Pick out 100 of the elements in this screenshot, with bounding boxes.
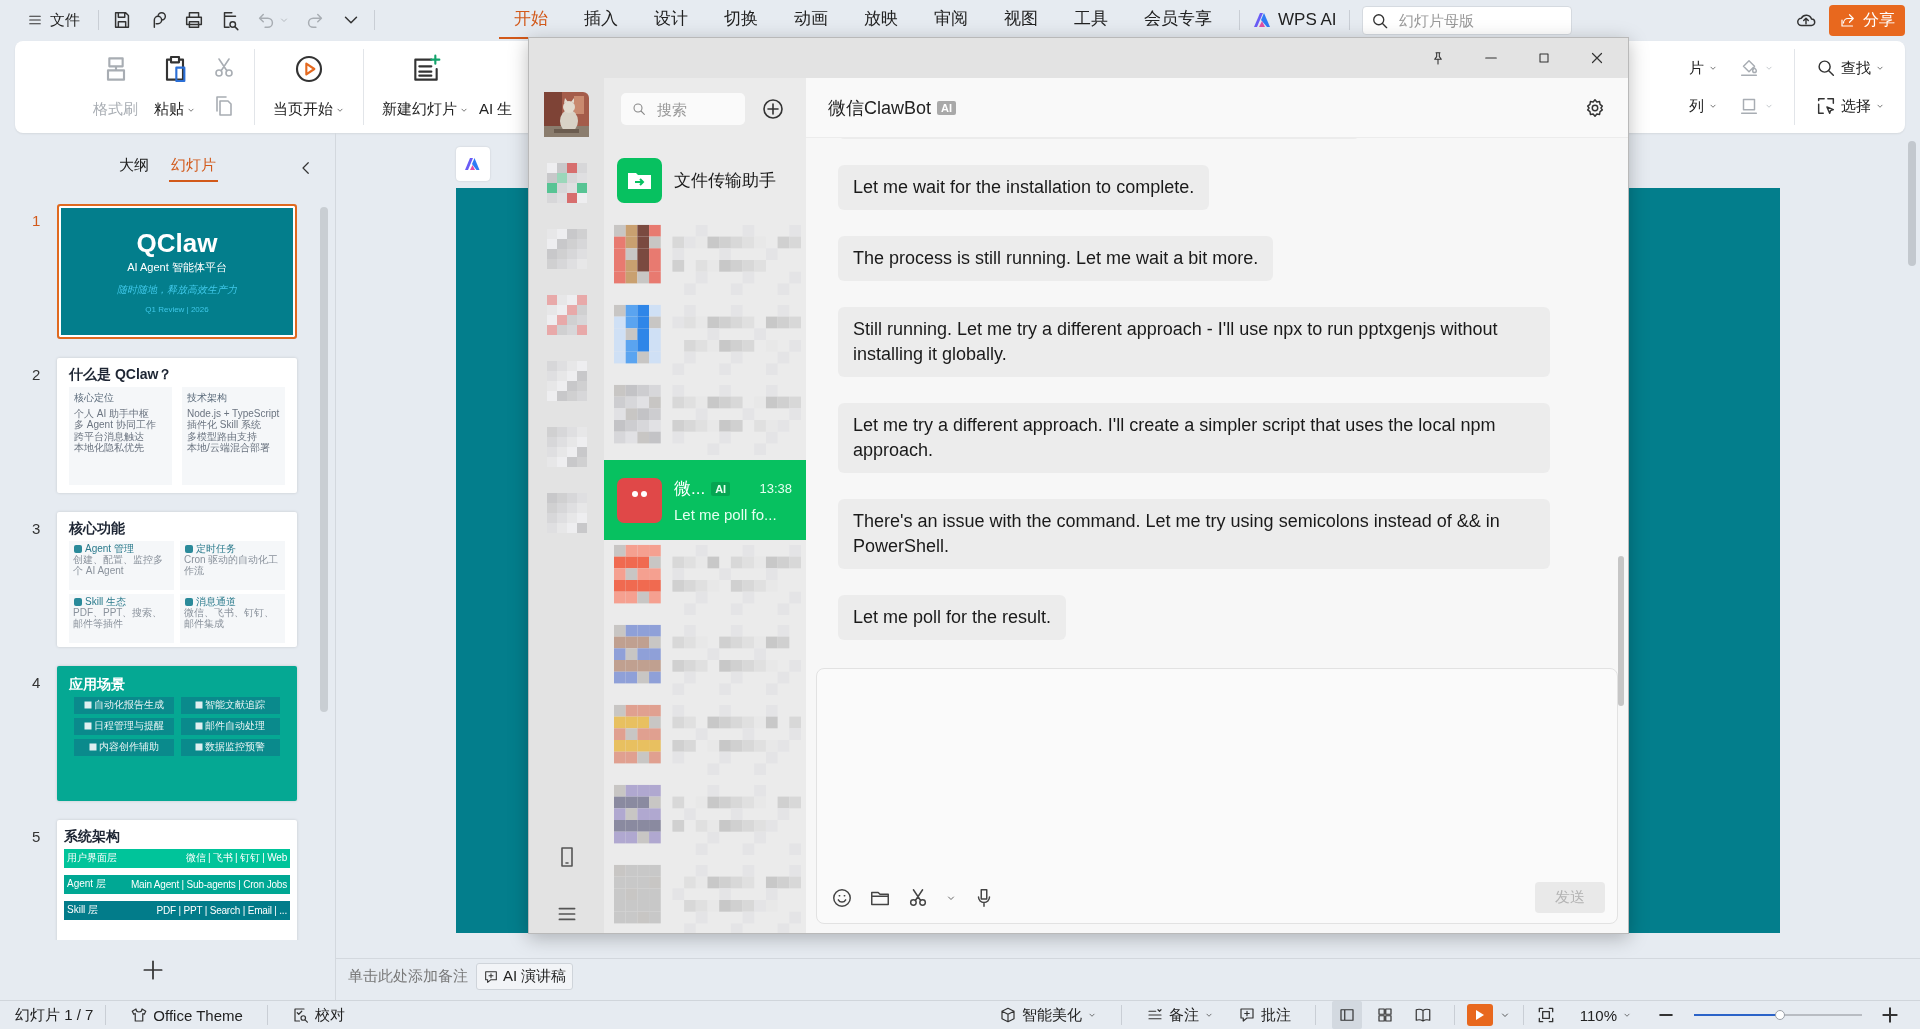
ribbon-tab[interactable]: 视图	[989, 1, 1053, 39]
tile-label: 自动化报告生成	[93, 698, 164, 713]
bot-avatar-icon	[617, 477, 662, 523]
scenario-icon	[195, 701, 204, 710]
slide-tagline: 随时随地，释放高效生产力	[117, 282, 237, 297]
bullet-item: 多模型路由支持	[187, 430, 257, 443]
proofing-button[interactable]: 校对	[287, 1003, 349, 1027]
new-slide-button[interactable]: 新建幻灯片	[374, 49, 477, 125]
slide-number: 4	[31, 673, 42, 693]
scrollbar[interactable]	[320, 207, 328, 712]
ribbon-tab[interactable]: 工具	[1059, 1, 1123, 39]
ai-generate-button[interactable]: AI 生	[477, 49, 515, 125]
panel-tab[interactable]: 大纲	[117, 152, 151, 182]
chat-list-item[interactable]: 文件传输助手	[604, 140, 806, 220]
paste-button[interactable]: 粘贴	[146, 49, 204, 125]
slide-thumbnail[interactable]: QClaw AI Agent 智能体平台 随时随地，释放高效生产力 Q1 Review | 2026	[57, 204, 297, 339]
ribbon-tab[interactable]: 放映	[849, 1, 913, 39]
normal-view-button[interactable]	[1331, 1001, 1362, 1029]
search-icon	[1815, 57, 1837, 79]
ribbon-button[interactable]: 列	[1685, 94, 1722, 118]
scissors-icon[interactable]	[907, 886, 929, 909]
card-heading: Agent 管理	[85, 542, 134, 555]
layer-name: Skill 层	[67, 903, 99, 918]
redacted-nav-icon[interactable]	[546, 163, 587, 203]
slide-thumbnail[interactable]: 系统架构 用户界面层 微信 | 飞书 | 钉钉 | Web Agent 层 Main Agent | Sub-agents | Cron Jobs Skill 层 PDF | PPT | Search | Email | ...	[57, 820, 297, 940]
zoom-dropdown[interactable]: 110%	[1575, 1004, 1636, 1026]
chat-title: 微信ClawBot	[828, 96, 932, 120]
ribbon-tab[interactable]: 切换	[709, 1, 773, 39]
feature-icon	[184, 543, 194, 554]
select-button[interactable]: 选择	[1811, 93, 1889, 119]
scenario-icon	[83, 701, 92, 710]
ai-badge: AI	[937, 100, 957, 115]
ai-badge: AI	[711, 481, 731, 496]
chat-name: 微...	[674, 478, 706, 500]
ribbon-button[interactable]: 片	[1685, 56, 1722, 80]
tile-label: 数据监控预警	[205, 740, 266, 755]
proofing-icon	[291, 1006, 310, 1024]
zoom-in-icon[interactable]	[1880, 1005, 1900, 1025]
column-heading: 核心定位	[74, 390, 115, 405]
card-text: PDF、PPT、搜索、邮件等插件	[73, 607, 164, 630]
start-slideshow-button[interactable]: 当页开始	[265, 49, 353, 125]
fill-icon	[1738, 57, 1760, 79]
card-heading: 定时任务	[196, 542, 236, 555]
ribbon-tab[interactable]: 会员专享	[1129, 1, 1227, 39]
slide-thumbnail[interactable]: 核心功能 Agent 管理 创建、配置、监控多个 AI Agent 定时任务 Cron 驱动的自动化工作流 Skill 生态 PDF、PPT、搜索、邮件等插件 消息通道 微信、飞书、钉钉、邮件集成	[57, 512, 297, 647]
feature-icon	[73, 596, 83, 607]
ribbon-tab[interactable]: 审阅	[919, 1, 983, 39]
message-bubble: The process is still running. Let me wait a bit more.	[838, 236, 1274, 281]
ribbon-tab[interactable]: 动画	[779, 1, 843, 39]
slide-subtitle: AI Agent 智能体平台	[127, 259, 227, 275]
wps-ai-button[interactable]: WPS AI	[1252, 10, 1337, 30]
slide-number: 2	[31, 365, 42, 385]
ribbon-tab[interactable]: 设计	[639, 1, 703, 39]
notes-placeholder[interactable]: 单击此处添加备注	[348, 967, 468, 986]
bullet-item: 个人 AI 助手中枢	[74, 407, 150, 420]
message-bubble: Still running. Let me try a different approach - I'll use npx to run pptxgenjs without installing it globally.	[838, 307, 1550, 377]
layer-detail: PDF | PPT | Search | Email | ...	[156, 904, 287, 916]
find-button[interactable]: 查找	[1811, 55, 1889, 81]
feature-icon	[73, 543, 83, 554]
slide-title: QClaw	[136, 229, 218, 258]
card-heading: Skill 生态	[85, 595, 127, 608]
comments-button[interactable]: 批注	[1233, 1003, 1295, 1027]
layer-detail: 微信 | 飞书 | 钉钉 | Web	[185, 851, 287, 866]
slide-counter: 幻灯片 1 / 7	[15, 1005, 94, 1025]
scrollbar[interactable]	[1908, 141, 1916, 266]
book-icon	[1413, 1006, 1432, 1024]
scrollbar[interactable]	[1618, 556, 1624, 706]
emoji-icon[interactable]	[831, 886, 853, 909]
slide-thumbnail[interactable]: 什么是 QClaw？ 核心定位 个人 AI 助手中枢 多 Agent 协同工作 跨平台消息触达 本地化隐私优先 技术架构 Node.js + TypeScript 插件化 Skill 系统 多模型路由支持 本地/云端混合部署	[57, 358, 297, 493]
search-field[interactable]: 搜索	[621, 93, 745, 125]
slideshow-button[interactable]	[1466, 1004, 1493, 1026]
file-menu-button[interactable]: 文件	[20, 6, 86, 34]
ai-speech-button[interactable]: AI 演讲稿	[476, 963, 574, 990]
add-icon[interactable]	[761, 97, 785, 121]
ribbon-tab[interactable]: 插入	[569, 1, 633, 39]
ai-logo-icon	[1252, 12, 1272, 28]
redacted-chat-item[interactable]	[614, 544, 801, 616]
shirt-icon	[130, 1006, 149, 1024]
slide-title: 系统架构	[64, 828, 121, 845]
message-bubble: Let me wait for the installation to complete.	[838, 165, 1210, 210]
slide-thumbnail[interactable]: 应用场景 自动化报告生成 智能文献追踪 日程管理与提醒 邮件自动处理 内容创作辅助 数据监控预警	[57, 666, 297, 801]
select-icon	[1815, 95, 1837, 117]
maximize-icon[interactable]	[1536, 50, 1552, 66]
redacted-chat-item[interactable]	[614, 224, 801, 296]
theme-button[interactable]: Office Theme	[126, 1004, 247, 1026]
search-field[interactable]: 幻灯片母版	[1361, 5, 1572, 35]
bullet-item: 本地/云端混合部署	[187, 442, 271, 454]
bullet-item: 本地化隐私优先	[74, 442, 145, 454]
redacted-chat-item[interactable]	[614, 784, 801, 856]
tile-label: 日程管理与提醒	[93, 719, 164, 734]
feature-icon	[184, 596, 194, 607]
share-icon	[1839, 11, 1857, 29]
redacted-chat-item[interactable]	[614, 304, 801, 376]
ai-assistant-button[interactable]	[456, 147, 490, 181]
notes-button[interactable]: 备注	[1141, 1003, 1218, 1027]
beautify-button[interactable]: 智能美化	[994, 1003, 1101, 1027]
slider-thumb[interactable]	[1774, 1010, 1785, 1020]
print-button[interactable]	[183, 9, 205, 31]
scenario-icon	[195, 722, 204, 731]
settings-icon[interactable]	[1584, 96, 1606, 119]
